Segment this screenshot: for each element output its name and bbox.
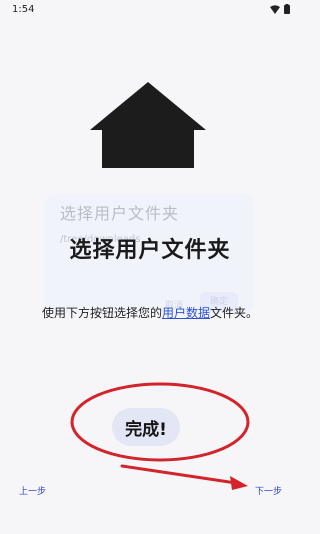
description-text-end: 文件夹。 bbox=[210, 306, 259, 320]
description-text: 使用下方按钮选择您的 bbox=[41, 306, 162, 320]
prev-step-button[interactable]: 上一步 bbox=[19, 484, 46, 497]
status-icons bbox=[270, 4, 290, 14]
home-icon bbox=[90, 82, 206, 168]
user-data-link[interactable]: 用户数据 bbox=[162, 306, 210, 320]
wifi-icon bbox=[270, 4, 280, 14]
done-button[interactable]: 完成! bbox=[112, 408, 180, 446]
status-time: 1:54 bbox=[12, 4, 35, 15]
description: 使用下方按钮选择您的用户数据文件夹。 bbox=[0, 304, 300, 321]
battery-icon bbox=[284, 4, 290, 14]
annotation-arrow-head bbox=[230, 476, 248, 490]
next-step-button[interactable]: 下一步 bbox=[255, 484, 282, 497]
annotation-arrow-line bbox=[120, 464, 238, 485]
page-title: 选择用户文件夹 bbox=[69, 238, 231, 263]
status-bar: 1:54 bbox=[0, 0, 300, 20]
background-dialog-title: 选择用户文件夹 bbox=[60, 204, 180, 223]
